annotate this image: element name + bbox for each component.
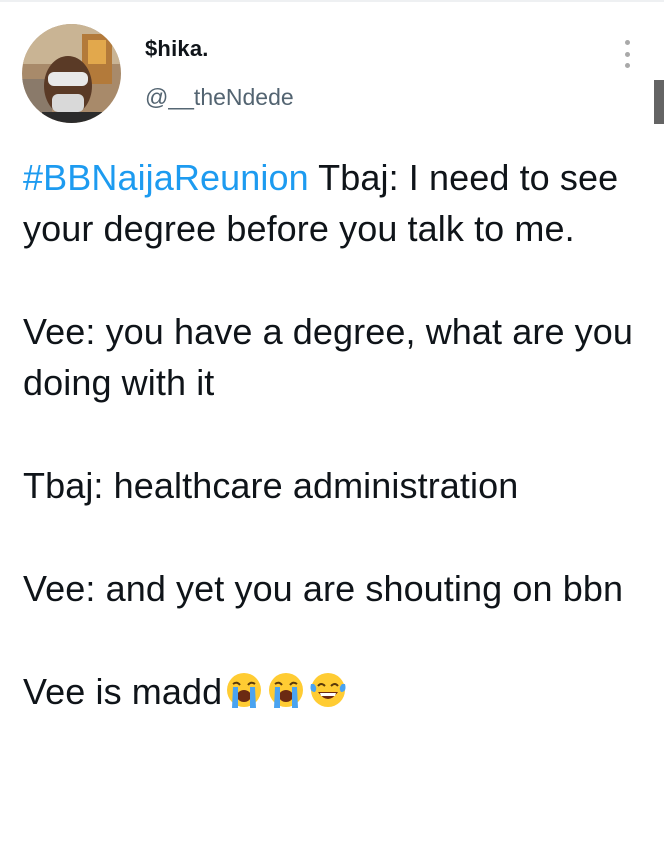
emoji-row	[224, 670, 348, 710]
user-handle[interactable]: @__theNdede	[145, 84, 294, 111]
more-vertical-icon-dot-3	[624, 63, 630, 68]
display-name[interactable]: $hika.	[145, 36, 209, 62]
more-options-button[interactable]	[614, 38, 640, 70]
tweet-paragraph: Vee is madd	[23, 666, 643, 717]
tweet-paragraph: #BBNaijaReunion Tbaj: I need to see your…	[23, 152, 643, 254]
tweet-card: $hika. @__theNdede #BBNaijaReunion Tbaj:…	[0, 0, 664, 841]
hashtag-link[interactable]: #BBNaijaReunion	[23, 157, 309, 198]
loudly-crying-face-icon	[266, 670, 306, 710]
more-vertical-icon	[624, 40, 630, 45]
face-with-tears-of-joy-icon	[308, 670, 348, 710]
more-vertical-icon-dot-2	[624, 51, 630, 57]
tweet-paragraph: Vee: you have a degree, what are you doi…	[23, 311, 634, 403]
tweet-paragraph: Vee: and yet you are shouting on bbn	[23, 568, 624, 609]
avatar[interactable]	[22, 24, 121, 123]
tweet-paragraph-text: Vee is madd	[23, 671, 223, 712]
tweet-paragraph: Tbaj: healthcare administration	[23, 465, 519, 506]
tweet-body: #BBNaijaReunion Tbaj: I need to see your…	[23, 152, 643, 717]
avatar-photo-image	[22, 24, 121, 123]
loudly-crying-face-icon	[224, 670, 264, 710]
